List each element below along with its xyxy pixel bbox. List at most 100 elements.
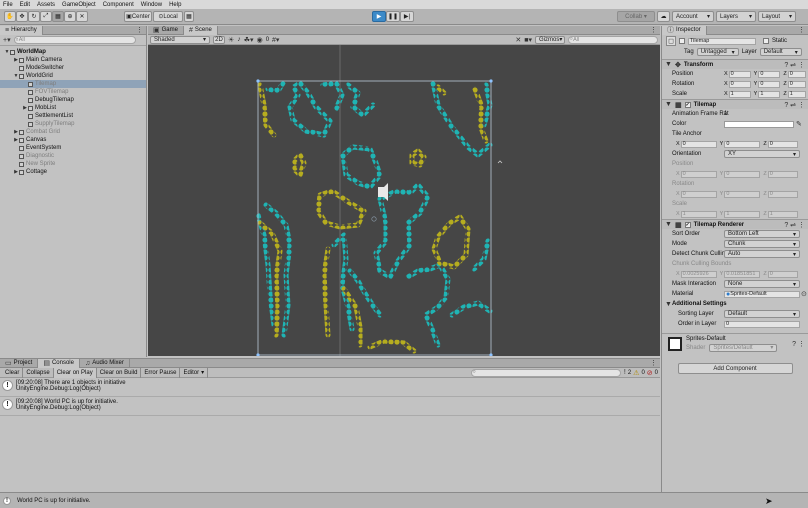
console-entry[interactable]: ! [09:20:08] World PC is up for initiati… — [0, 397, 660, 416]
inspector-menu-icon[interactable]: ⋮ — [798, 26, 805, 34]
tilemap-enabled-checkbox[interactable]: ✓ — [684, 101, 691, 108]
frame-rate-value[interactable]: 1 — [724, 111, 727, 117]
menu-item-component[interactable]: Component — [103, 2, 134, 8]
warning-count-icon[interactable]: ⚠ — [633, 369, 639, 377]
tab-inspector[interactable]: ⓘ Inspector — [662, 26, 707, 35]
sorting-layer-dropdown[interactable]: Default ▾ — [724, 310, 800, 318]
menu-item-file[interactable]: File — [3, 2, 13, 8]
hierarchy-search-input[interactable]: ⌕ All — [13, 36, 136, 44]
step-button[interactable]: ▶| — [400, 11, 414, 22]
material-field[interactable]: ● Sprites-Default — [724, 290, 800, 298]
account-dropdown[interactable]: Account ▾ — [672, 11, 714, 22]
anchor-y-field[interactable]: 0 — [724, 140, 761, 148]
effects-icon[interactable]: ☘▾ — [244, 36, 254, 44]
hand-tool-icon[interactable]: ✋ — [4, 11, 16, 22]
mask-dropdown[interactable]: None ▾ — [724, 280, 800, 288]
layout-dropdown[interactable]: Layout ▾ — [758, 11, 796, 22]
tab-scene[interactable]: # Scene — [183, 25, 218, 35]
hierarchy-item-moblist[interactable]: ▶ MobList — [0, 104, 146, 112]
scale-tool-icon[interactable]: ⤢ — [40, 11, 52, 22]
tab-audio-mixer[interactable]: ♫ Audio Mixer — [80, 358, 130, 368]
renderer-dropdown[interactable]: Auto ▾ — [724, 250, 800, 258]
hidden-objects-icon[interactable]: ◉ — [257, 36, 263, 44]
transform-z-field[interactable]: 0 — [787, 70, 806, 78]
eyedropper-icon[interactable]: ✎ — [796, 120, 802, 128]
hierarchy-item-worldgrid[interactable]: ▼ WorldGrid — [0, 72, 146, 80]
hierarchy-item-settlementlist[interactable]: SettlementList — [0, 112, 146, 120]
hierarchy-item-modeswitcher[interactable]: ModeSwitcher — [0, 64, 146, 72]
menu-item-window[interactable]: Window — [141, 2, 162, 8]
menu-item-assets[interactable]: Assets — [37, 2, 55, 8]
console-editor-dropdown[interactable]: Editor ▾ — [180, 367, 209, 378]
hierarchy-item-combat-grid[interactable]: ▶ Combat Grid — [0, 128, 146, 136]
shader-dropdown[interactable]: Sprites/Default ▾ — [709, 343, 778, 352]
component-settings-icon[interactable]: ? ⇌ ⋮ — [784, 61, 805, 69]
renderer-dropdown[interactable]: Chunk ▾ — [724, 240, 800, 248]
hierarchy-item-supplytilemap[interactable]: SupplyTilemap — [0, 120, 146, 128]
console-clear-button[interactable]: Clear — [2, 367, 24, 378]
console-clear-on-build-button[interactable]: Clear on Build — [97, 367, 142, 378]
tilemap-section[interactable]: ▼ ▦ ✓ Tilemap ? ⇌ ⋮ — [662, 99, 808, 109]
pause-button[interactable]: ❚❚ — [386, 11, 400, 22]
menu-item-help[interactable]: Help — [169, 2, 181, 8]
info-count-icon[interactable]: ! — [624, 369, 626, 376]
scene-search-input[interactable]: ⌕ All — [568, 35, 658, 44]
hierarchy-item-tilemap[interactable]: Tilemap — [0, 80, 146, 88]
renderer-enabled-checkbox[interactable]: ✓ — [684, 221, 691, 228]
transform-y-field[interactable]: 0 — [758, 80, 781, 88]
object-name-field[interactable]: Tilemap — [688, 37, 756, 45]
tab-project[interactable]: ▭ Project — [0, 358, 39, 368]
rotate-tool-icon[interactable]: ↻ — [28, 11, 40, 22]
component-settings-icon[interactable]: ? ⇌ ⋮ — [784, 101, 805, 109]
hierarchy-item-diagnostic[interactable]: Diagnostic — [0, 152, 146, 160]
add-component-button[interactable]: Add Component — [677, 363, 793, 374]
space-toggle-button[interactable]: ⊙ Local — [153, 11, 183, 22]
move-tool-icon[interactable]: ✥ — [16, 11, 28, 22]
snap-button[interactable]: ▦ — [184, 11, 194, 22]
color-swatch[interactable] — [724, 120, 794, 128]
console-menu-icon[interactable]: ⋮ — [650, 359, 657, 367]
pivot-toggle-button[interactable]: ▣ Center — [124, 11, 152, 22]
light-icon[interactable]: ☀ — [228, 36, 234, 44]
shading-dropdown[interactable]: Shaded ▾ — [150, 35, 210, 44]
transform-section[interactable]: ▼ ✥ Transform ? ⇌ ⋮ — [662, 59, 808, 69]
audio-icon[interactable]: ♪ — [237, 36, 241, 43]
orientation-dropdown[interactable]: XY ▾ — [724, 150, 800, 158]
console-search-input[interactable]: ⌕ — [470, 368, 621, 377]
hierarchy-item-fovtilemap[interactable]: FOVTilemap — [0, 88, 146, 96]
order-field[interactable]: 0 — [724, 320, 800, 328]
tag-dropdown[interactable]: Untagged ▾ — [696, 48, 739, 56]
custom-tool-icon[interactable]: ✕ — [76, 11, 88, 22]
transform-z-field[interactable]: 1 — [787, 90, 806, 98]
tab-console[interactable]: ▤ Console — [38, 358, 80, 368]
cloud-icon[interactable]: ☁ — [657, 11, 670, 22]
tab-hierarchy[interactable]: ≡ Hierarchy — [0, 25, 43, 35]
transform-z-field[interactable]: 0 — [787, 80, 806, 88]
hierarchy-item-new-sprite[interactable]: New Sprite — [0, 160, 146, 168]
panel-menu-icon[interactable]: ⋮ — [136, 26, 143, 34]
console-entry[interactable]: ! [09:20:08] There are 1 objects in init… — [0, 378, 660, 397]
anchor-z-field[interactable]: 0 — [767, 140, 798, 148]
transform-y-field[interactable]: 1 — [758, 90, 781, 98]
transform-y-field[interactable]: 0 — [758, 70, 781, 78]
bounds-handle[interactable] — [256, 79, 260, 83]
component-settings-icon[interactable]: ? ⇌ ⋮ — [784, 221, 805, 229]
menu-item-edit[interactable]: Edit — [20, 2, 30, 8]
static-checkbox[interactable] — [763, 38, 769, 44]
hierarchy-item-main-camera[interactable]: ▶ Main Camera — [0, 56, 146, 64]
collab-dropdown[interactable]: Collab ▾ — [617, 11, 655, 22]
hierarchy-item-cottage[interactable]: ▶ Cottage — [0, 168, 146, 176]
layer-dropdown[interactable]: Default ▾ — [759, 48, 802, 56]
create-icon[interactable]: +▾ — [3, 36, 11, 44]
grid-icon[interactable]: #▾ — [272, 36, 279, 44]
console-error-pause-button[interactable]: Error Pause — [141, 367, 181, 378]
status-text[interactable]: World PC is up for initiative. — [17, 498, 91, 504]
tilemap-renderer-section[interactable]: ▼ ▦ ✓ Tilemap Renderer ? ⇌ ⋮ — [662, 219, 808, 229]
console-collapse-button[interactable]: Collapse — [23, 367, 54, 378]
object-picker-icon[interactable]: ⊙ — [801, 290, 807, 298]
bounds-handle[interactable] — [489, 353, 493, 356]
material-settings-icon[interactable]: ? ⋮ — [792, 340, 805, 348]
bounds-handle[interactable] — [256, 353, 260, 356]
layers-dropdown[interactable]: Layers ▾ — [716, 11, 756, 22]
hierarchy-item-eventsystem[interactable]: EventSystem — [0, 144, 146, 152]
